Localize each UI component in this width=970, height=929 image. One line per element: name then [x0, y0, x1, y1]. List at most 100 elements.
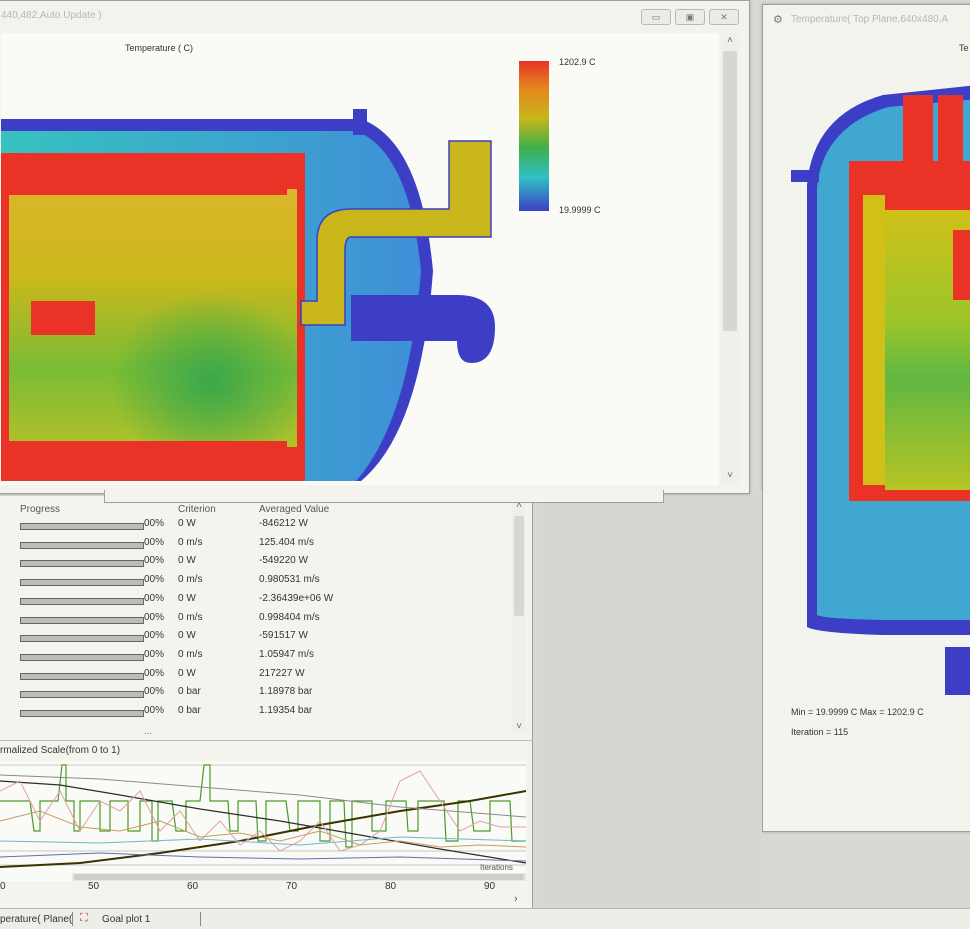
iterations-label: Iterations: [480, 863, 513, 872]
table-row[interactable]: 00% 0 W -549220 W: [20, 555, 350, 573]
progress-bar: [20, 672, 144, 680]
criterion-value: 0 W: [178, 518, 196, 529]
progress-bar: [20, 541, 144, 549]
averaged-value: 0.980531 m/s: [259, 574, 320, 586]
table-row[interactable]: 00% 0 m/s 1.05947 m/s: [20, 649, 350, 667]
criterion-value: 0 m/s: [178, 536, 203, 548]
averaged-value: -549220 W: [259, 555, 308, 567]
right-iteration: Iteration = 115: [791, 727, 849, 737]
goal-plot-panel: rmalized Scale(from 0 to 1) Iterations 0…: [0, 740, 533, 913]
goals-panel: Progress Criterion Averaged Value 00% 0 W…: [0, 496, 533, 740]
tab-temperature-plane[interactable]: perature( Plane(: [0, 914, 72, 925]
x-tick: 50: [88, 881, 100, 892]
main-window-titlebar[interactable]: 440,482,Auto Update ) ▭ ▣ ✕: [0, 1, 749, 31]
averaged-value: 1.18978 bar: [259, 686, 313, 698]
progress-percent: 00%: [144, 611, 165, 623]
progress-fill: [21, 673, 143, 679]
progress-percent: 00%: [144, 536, 165, 548]
close-button[interactable]: ✕: [709, 9, 739, 25]
scroll-up-icon[interactable]: ˄: [721, 35, 739, 46]
goals-scrollbar[interactable]: ˄ ˅: [512, 500, 526, 732]
right-outlet-stub: [945, 647, 970, 695]
table-row[interactable]: 00% 0 m/s 0.980531 m/s: [20, 574, 350, 592]
goal-plot-title: rmalized Scale(from 0 to 1): [0, 745, 121, 756]
x-tick: 80: [385, 881, 397, 892]
table-row[interactable]: 00% 0 bar 1.18978 bar: [20, 686, 350, 704]
table-row[interactable]: 00% 0 W -846212 W: [20, 518, 350, 536]
maximize-button[interactable]: ▣: [675, 9, 705, 25]
plot-scrollbar[interactable]: ˄ ˅: [721, 33, 739, 485]
right-window-title: Temperature( Top Plane,640x480,A: [791, 14, 949, 25]
goal-plot-icon: ⛶: [80, 912, 88, 924]
criterion-value: 0 bar: [178, 705, 201, 716]
progress-fill: [21, 580, 143, 586]
flange: [353, 109, 367, 135]
right-temperature-plot: [791, 85, 970, 695]
plot-hscroll[interactable]: [72, 873, 526, 881]
col-averaged-value: Averaged Value: [259, 504, 330, 515]
right-hot-core: [953, 230, 970, 300]
progress-bar: [20, 710, 144, 717]
underlying-window-edge: [104, 490, 664, 503]
averaged-value: -846212 W: [259, 518, 308, 529]
progress-fill: [21, 654, 143, 660]
right-inlet-stub: [791, 170, 819, 182]
tab-goal-plot-1[interactable]: Goal plot 1: [102, 914, 150, 925]
table-row[interactable]: 00% 0 m/s 125.404 m/s: [20, 537, 350, 555]
legend-min-label: 19.9999 C: [559, 205, 601, 215]
progress-bar: [20, 635, 144, 643]
main-plot-window: 440,482,Auto Update ) ▭ ▣ ✕ Temperature …: [0, 0, 750, 494]
averaged-value: -591517 W: [259, 630, 308, 642]
col-criterion: Criterion: [178, 504, 216, 515]
progress-fill: [21, 636, 143, 642]
progress-percent: 00%: [144, 686, 165, 698]
progress-percent: 00%: [144, 518, 165, 529]
right-heater-gap: [863, 195, 885, 485]
criterion-value: 0 m/s: [178, 648, 203, 660]
progress-fill: [21, 711, 143, 716]
x-tick: 0: [0, 881, 6, 892]
averaged-value: 217227 W: [259, 667, 305, 679]
main-temperature-plot: [1, 109, 495, 481]
gear-icon: ⚙: [773, 14, 783, 26]
progress-percent: 00%: [144, 555, 165, 567]
tab-divider: [200, 912, 201, 926]
progress-bar: [20, 597, 144, 605]
plot-scroll-thumb[interactable]: [723, 51, 737, 331]
progress-fill: [21, 524, 143, 529]
progress-percent: 00%: [144, 667, 165, 679]
x-tick: 70: [286, 881, 298, 892]
criterion-value: 0 W: [178, 630, 196, 642]
scroll-down-icon[interactable]: ˅: [512, 721, 526, 732]
main-window-title: 440,482,Auto Update ): [1, 10, 102, 21]
criterion-value: 0 bar: [178, 686, 201, 698]
averaged-value: 1.05947 m/s: [259, 648, 315, 660]
scroll-right-icon[interactable]: ›: [514, 893, 518, 905]
table-row[interactable]: 00% 0 W -591517 W: [20, 630, 350, 648]
criterion-value: 0 W: [178, 555, 196, 567]
minimize-button[interactable]: ▭: [641, 9, 671, 25]
plot-hscroll-thumb[interactable]: [74, 874, 524, 880]
scroll-down-icon[interactable]: ˅: [721, 470, 739, 481]
averaged-value: -2.36439e+06 W: [259, 592, 334, 604]
averaged-value: 125.404 m/s: [259, 536, 315, 548]
criterion-value: 0 m/s: [178, 574, 203, 586]
progress-fill: [21, 692, 143, 698]
hot-block: [31, 301, 95, 335]
table-row[interactable]: 00% 0 m/s 0.998404 m/s: [20, 612, 350, 630]
progress-percent: 00%: [144, 648, 165, 660]
right-min-max: Min = 19.9999 C Max = 1202.9 C: [791, 707, 924, 717]
progress-fill: [21, 598, 143, 604]
goals-scroll-thumb[interactable]: [514, 516, 524, 616]
progress-fill: [21, 561, 143, 567]
right-window-titlebar[interactable]: ⚙ Temperature( Top Plane,640x480,A: [763, 5, 970, 35]
table-row[interactable]: 00% 0 W -2.36439e+06 W: [20, 593, 350, 611]
criterion-value: 0 W: [178, 592, 196, 604]
right-plot-title: Te: [959, 43, 969, 53]
heater-bottom-rail: [1, 441, 287, 453]
table-row[interactable]: 00% 0 W 217227 W: [20, 668, 350, 686]
col-progress: Progress: [20, 504, 61, 515]
progress-fill: [21, 542, 143, 548]
progress-percent: 00%: [144, 592, 165, 604]
table-row[interactable]: 00% 0 bar 1.19354 bar: [20, 705, 350, 723]
